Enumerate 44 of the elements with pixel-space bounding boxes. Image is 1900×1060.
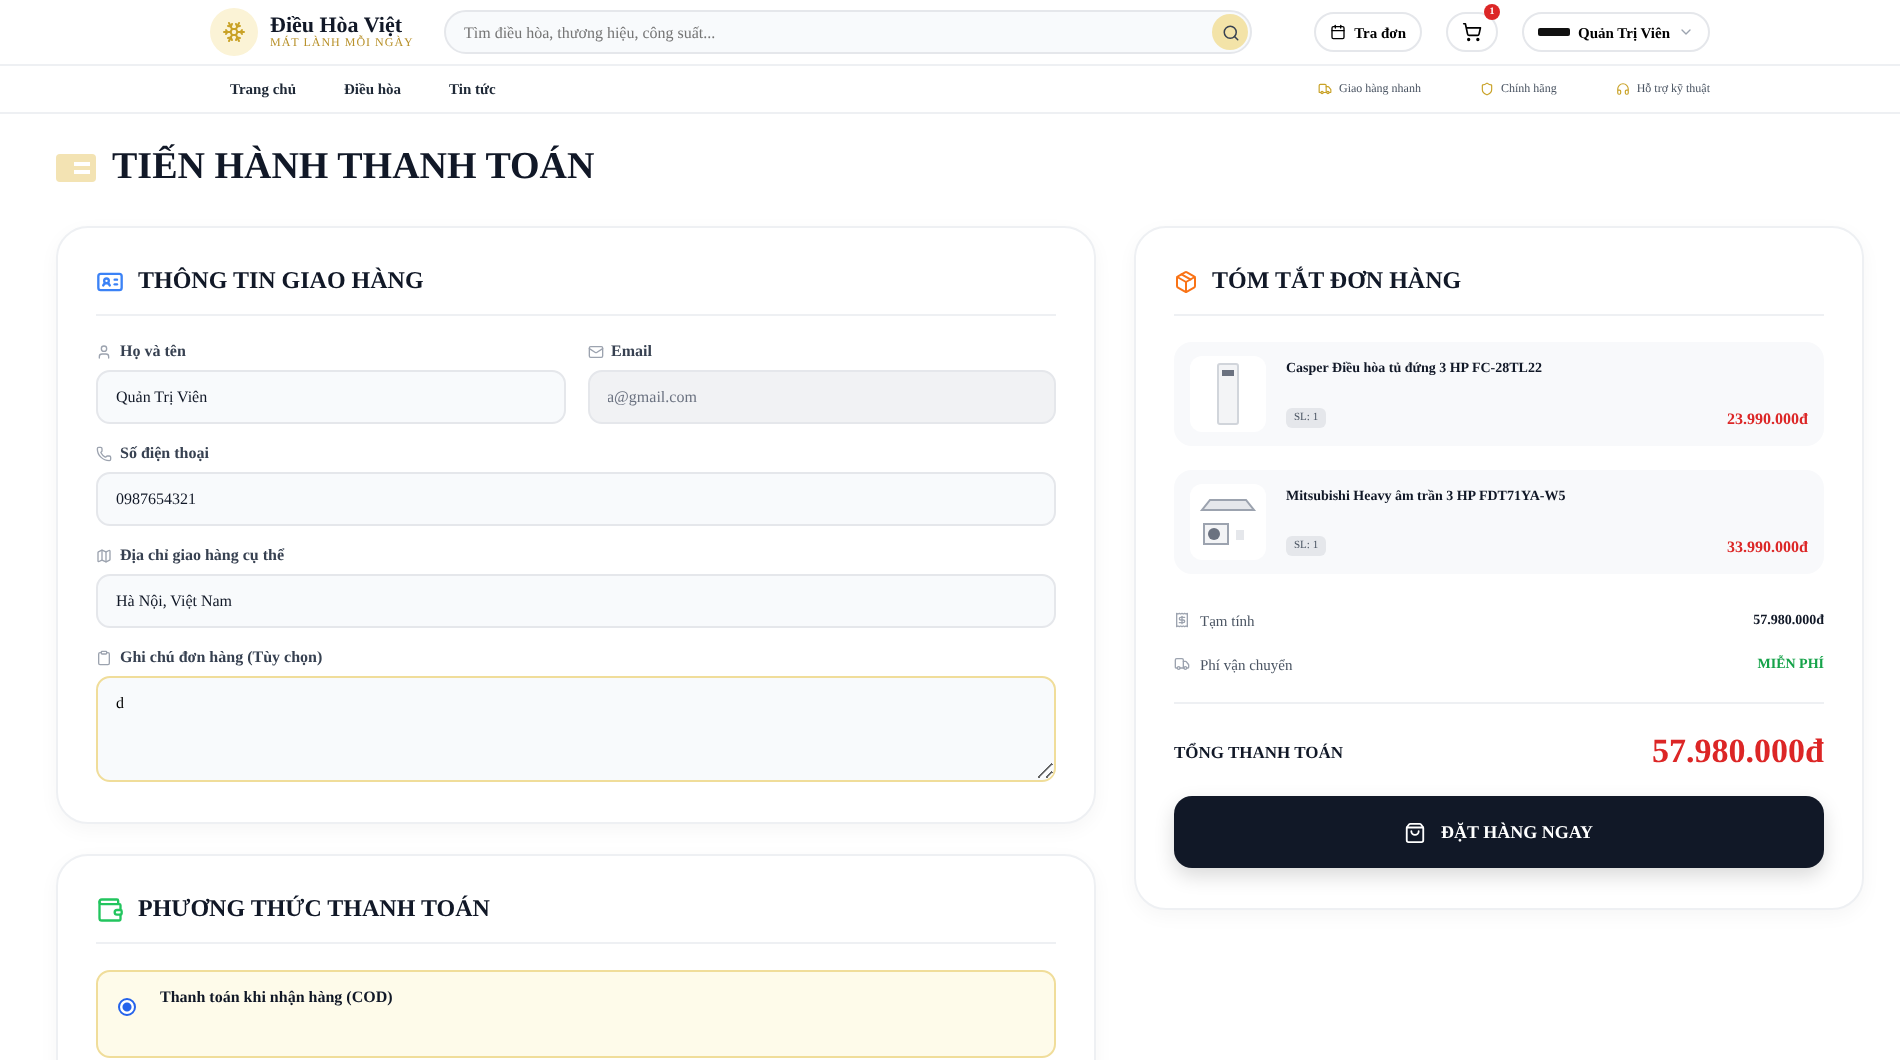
total-label: TỔNG THANH TOÁN (1174, 742, 1344, 762)
id-card-icon (96, 267, 124, 295)
field-icon (96, 547, 112, 563)
snowflake-logo-icon (210, 8, 258, 56)
feature-icon (1480, 82, 1495, 96)
brand-logo-icon (1538, 26, 1570, 38)
payment-option[interactable]: Thanh toán khi nhận hàng (COD) (96, 970, 1056, 1058)
brand-name: Điều Hòa Việt (270, 14, 402, 38)
card-title: PHƯƠNG THỨC THANH TOÁN (138, 894, 490, 924)
summary-row-icon (1174, 656, 1190, 672)
field-label: Số điện thoại (120, 444, 209, 462)
note-field[interactable]: d (96, 676, 1056, 782)
radio-button[interactable] (118, 998, 136, 1016)
page-title: TIẾN HÀNH THANH TOÁN (112, 146, 595, 190)
field-icon (96, 343, 112, 359)
wallet-icon (96, 895, 124, 923)
chevron-down-icon (1678, 24, 1694, 40)
total-amount: 57.980.000đ (1652, 732, 1824, 772)
field-icon (96, 445, 112, 461)
feature-icon (1318, 82, 1333, 96)
place-order-button[interactable]: ĐẶT HÀNG NGAY (1174, 796, 1824, 868)
cart-icon (1462, 22, 1482, 42)
field-label: Email (611, 342, 652, 360)
input-field[interactable]: Quản Trị Viên (96, 370, 565, 424)
card-title: THÔNG TIN GIAO HÀNG (138, 266, 424, 296)
field-label: Địa chỉ giao hàng cụ thể (120, 546, 285, 564)
input-field[interactable]: Hà Nội, Việt Nam (96, 574, 1056, 628)
search-field[interactable]: Tìm điều hòa, thương hiệu, công suất... (444, 10, 1252, 54)
field-label: Họ và tên (120, 342, 186, 360)
summary-row-icon (1174, 612, 1190, 628)
feature-icon (1616, 82, 1631, 96)
calendar-icon (1330, 24, 1347, 40)
box-icon (1174, 269, 1198, 293)
money-icon (56, 154, 96, 182)
field-icon (96, 649, 112, 665)
card-title: TÓM TẮT ĐƠN HÀNG (1212, 266, 1462, 296)
input-field[interactable]: 0987654321 (96, 472, 1056, 526)
field-label: Ghi chú đơn hàng (Tùy chọn) (120, 648, 323, 666)
field-icon (587, 343, 603, 359)
floor-air-conditioner-drawing (1216, 362, 1240, 426)
shopping-bag-icon (1404, 821, 1427, 843)
product-price: 23.990.000đ (1727, 409, 1808, 427)
product-price: 33.990.000đ (1727, 537, 1808, 555)
search-icon (1221, 23, 1239, 41)
